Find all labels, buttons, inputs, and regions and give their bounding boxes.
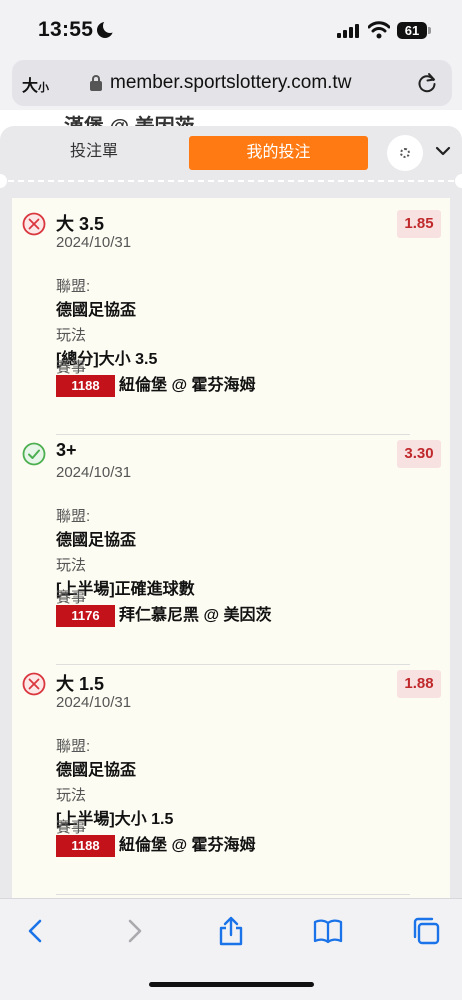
event-name: 紐倫堡 @ 霍芬海姆: [119, 377, 256, 394]
battery-level: 61: [397, 22, 427, 39]
wifi-icon: [367, 21, 391, 39]
league-value: 德國足協盃: [56, 762, 137, 779]
bet-date: 2024/10/31: [56, 464, 132, 481]
play-label: 玩法: [56, 327, 87, 344]
bet-date: 2024/10/31: [56, 694, 132, 711]
bet-odds: 3.30: [397, 440, 441, 468]
lost-icon: [22, 672, 46, 696]
status-time: 13:55: [38, 18, 94, 41]
league-value: 德國足協盃: [56, 302, 137, 319]
tab-my-bets[interactable]: 我的投注: [189, 136, 368, 170]
bet-pick: 3+: [56, 440, 77, 460]
event-label: 賽事: [56, 589, 87, 606]
event-code: 1176: [56, 605, 115, 627]
bet-list: 大 3.5 1.85 2024/10/31 聯盟: 德國足協盃 玩法 [總分]大…: [12, 198, 450, 898]
league-value: 德國足協盃: [56, 532, 137, 549]
url-text[interactable]: member.sportslottery.com.tw: [110, 72, 351, 94]
ticket-notch-left: [0, 174, 7, 188]
bet-pick: 大 1.5: [56, 674, 105, 694]
bet-divider: [56, 434, 410, 435]
event-label: 賽事: [56, 359, 87, 376]
back-icon[interactable]: [20, 915, 52, 947]
event-name: 拜仁慕尼黑 @ 美因茨: [119, 607, 272, 624]
event-label: 賽事: [56, 819, 87, 836]
bookmarks-icon[interactable]: [312, 915, 344, 947]
bet-odds: 1.85: [397, 210, 441, 238]
bet-item[interactable]: 大 3.5 1.85 2024/10/31 聯盟: 德國足協盃 玩法 [總分]大…: [12, 208, 450, 440]
home-indicator: [149, 982, 314, 987]
tab-bar: 投注單 我的投注: [0, 126, 462, 174]
bet-date: 2024/10/31: [56, 234, 132, 251]
bet-item[interactable]: 3+ 3.30 2024/10/31 聯盟: 德國足協盃 玩法 [上半場]正確進…: [12, 438, 450, 670]
event-name: 紐倫堡 @ 霍芬海姆: [119, 837, 256, 854]
share-icon[interactable]: [215, 915, 247, 947]
bet-pick: 大 3.5: [56, 214, 105, 234]
bet-item[interactable]: 大 1.5 1.88 2024/10/31 聯盟: 德國足協盃 玩法 [上半場]…: [12, 668, 450, 898]
play-label: 玩法: [56, 557, 87, 574]
gear-icon: [400, 148, 410, 158]
league-label: 聯盟:: [56, 738, 91, 755]
status-bar: 13:55 61: [0, 0, 462, 56]
moon-icon: [97, 19, 117, 38]
address-bar[interactable]: 大小 member.sportslottery.com.tw: [12, 60, 452, 106]
tabs-icon[interactable]: [410, 915, 442, 947]
chevron-down-icon[interactable]: [434, 142, 452, 160]
dashed-divider: [8, 180, 454, 182]
reload-icon[interactable]: [416, 72, 438, 94]
lock-icon: [90, 75, 102, 91]
battery-icon: 61: [397, 22, 431, 39]
bet-panel: 投注單 我的投注 大 3.5 1.85 2024/10/31 聯盟: 德國足協盃…: [0, 126, 462, 898]
tab-bet-slip[interactable]: 投注單: [22, 136, 166, 168]
ticket-notch-right: [455, 174, 462, 188]
forward-icon[interactable]: [118, 915, 150, 947]
lost-icon: [22, 212, 46, 236]
play-label: 玩法: [56, 787, 87, 804]
won-icon: [22, 442, 46, 466]
bet-divider: [56, 894, 410, 895]
league-label: 聯盟:: [56, 508, 91, 525]
web-content: 漢堡 @ 美因茨 投注單 我的投注 大 3.5 1.85 2024/10/31: [0, 110, 462, 898]
text-size-button[interactable]: 大小: [22, 72, 49, 96]
event-code: 1188: [56, 835, 115, 857]
league-label: 聯盟:: [56, 278, 91, 295]
settings-button[interactable]: [387, 135, 423, 171]
event-code: 1188: [56, 375, 115, 397]
bet-divider: [56, 664, 410, 665]
bet-odds: 1.88: [397, 670, 441, 698]
signal-icon: [337, 24, 361, 38]
